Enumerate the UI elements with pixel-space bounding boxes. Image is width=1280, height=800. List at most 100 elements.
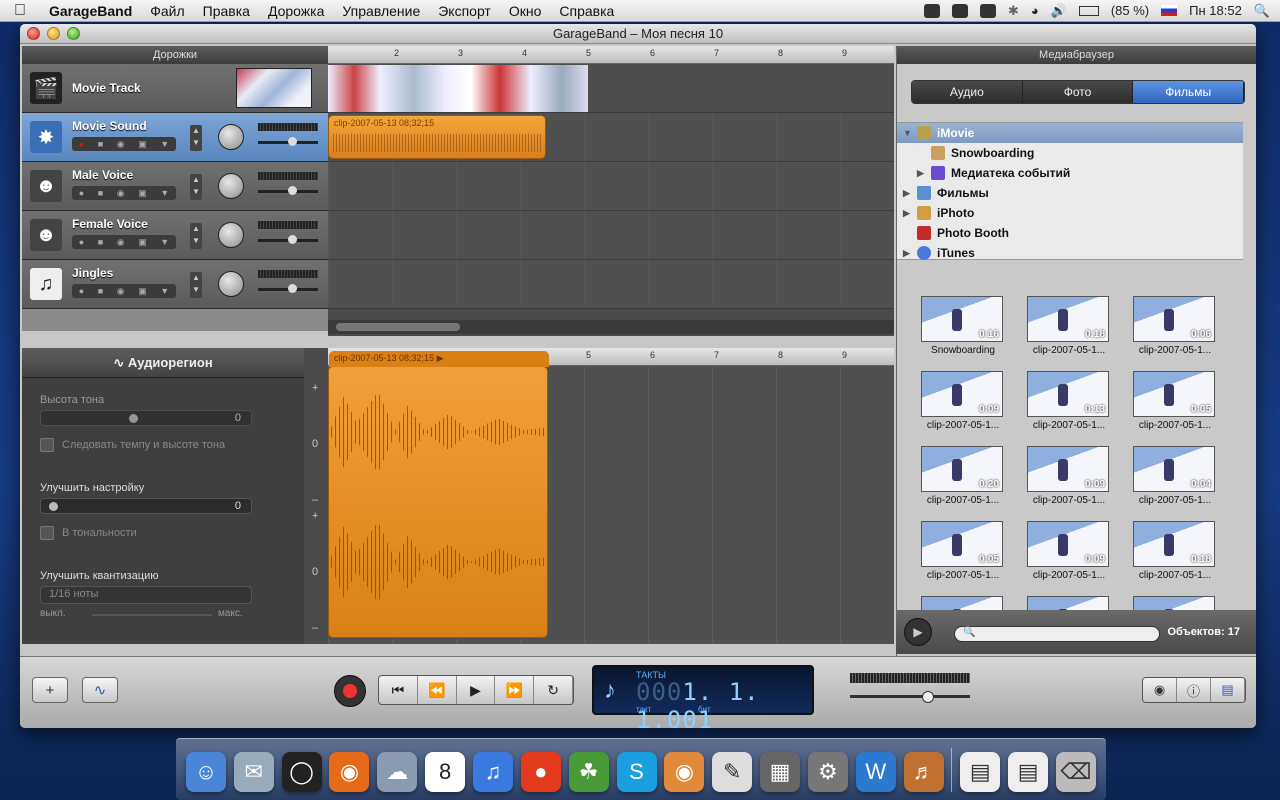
tree-item-photobooth[interactable]: Photo Booth (897, 223, 1243, 243)
tab-audio[interactable]: Аудио (912, 81, 1023, 103)
tree-item-iphoto[interactable]: ▶ iPhoto (897, 203, 1243, 223)
menu-edit[interactable]: Правка (194, 3, 259, 19)
input-language-icon[interactable] (1161, 5, 1178, 16)
tab-photo[interactable]: Фото (1022, 81, 1134, 103)
solo-icon[interactable]: ◉ (117, 188, 125, 199)
track-arrows[interactable]: ▲ ▼ (190, 125, 202, 151)
cycle-button[interactable]: ↻ (534, 676, 573, 704)
track-jingles[interactable]: ♫ Jingles ● ■ ◉ ▣ ▼ ▲ ▼ (22, 260, 328, 309)
disclosure-icon[interactable]: ▶ (903, 208, 915, 219)
solo-icon[interactable]: ◉ (117, 139, 125, 150)
tree-item-imovie[interactable]: ▼ iMovie (897, 123, 1243, 143)
firefox-icon[interactable]: ◉ (329, 752, 370, 792)
thumb-item[interactable]: 0:09 clip-2007-05-1... (1027, 521, 1111, 581)
track-male-voice[interactable]: ☻ Male Voice ● ■ ◉ ▣ ▼ ▲ ▼ (22, 162, 328, 211)
spotlight-icon[interactable]: 🔍 (1254, 3, 1270, 19)
tree-item-itunes[interactable]: ▶ iTunes (897, 243, 1243, 263)
zoom-button[interactable] (67, 27, 80, 40)
volume-slider[interactable] (258, 137, 318, 146)
quantize-slider[interactable] (92, 614, 212, 616)
media-browser-button[interactable]: ▤ (1211, 678, 1245, 702)
record-button[interactable] (334, 675, 366, 707)
menu-app[interactable]: GarageBand (40, 3, 141, 19)
timeline-ruler[interactable]: 2 3 4 5 6 7 8 9 (328, 46, 894, 64)
preview-play-button[interactable]: ▶ (904, 618, 932, 646)
in-key-checkbox[interactable] (40, 526, 54, 540)
track-movie-sound[interactable]: ✸ Movie Sound ● ■ ◉ ▣ ▼ ▲ ▼ (22, 113, 328, 162)
disclosure-icon[interactable]: ▶ (903, 188, 915, 199)
close-button[interactable] (27, 27, 40, 40)
lock-icon[interactable]: ▣ (138, 139, 147, 150)
wifi-icon[interactable]: ◕ (1031, 3, 1039, 18)
mail-icon[interactable]: ✉ (233, 752, 274, 792)
slider-knob[interactable] (129, 414, 138, 423)
zoom-slider-bar[interactable] (22, 309, 328, 331)
apple-menu-icon[interactable]:  (0, 2, 40, 20)
thumb-item[interactable]: 0:05 clip-2007-05-1... (921, 521, 1005, 581)
disclosure-icon[interactable]: ▶ (903, 248, 915, 259)
fast-forward-button[interactable]: ⏩ (495, 676, 535, 704)
play-button[interactable]: ▶ (456, 676, 496, 704)
garageband-dock-icon[interactable]: ♬ (903, 752, 944, 792)
itunes-dock-icon[interactable]: ♫ (472, 752, 513, 792)
add-track-button[interactable]: + (32, 677, 68, 703)
quantize-select[interactable]: 1/16 ноты (40, 586, 252, 604)
thumb-item[interactable]: 0:16 Snowboarding (921, 296, 1005, 356)
timeline-scrollbar[interactable] (328, 320, 894, 334)
pan-knob[interactable] (218, 124, 244, 150)
status-icon-2[interactable] (951, 3, 968, 18)
ical-icon[interactable]: 8 (425, 752, 466, 792)
minimized-window-icon[interactable]: ▤ (1008, 752, 1049, 792)
tree-item-snowboarding[interactable]: Snowboarding (897, 143, 1243, 163)
expand-icon[interactable]: ▼ (160, 139, 169, 149)
thumb-item[interactable]: 0:09 clip-2007-05-1... (1027, 446, 1111, 506)
expand-icon[interactable]: ▼ (160, 237, 169, 247)
skype-icon[interactable]: S (616, 752, 657, 792)
editor-audio-region[interactable]: clip-2007-05-13 08;32;15 ▶ (328, 351, 549, 638)
expose-icon[interactable]: ▦ (760, 752, 801, 792)
record-enable-icon[interactable]: ● (79, 188, 84, 198)
trash-icon[interactable]: ⌫ (1055, 752, 1096, 792)
mute-icon[interactable]: ■ (98, 139, 103, 149)
slider-knob[interactable] (49, 502, 58, 511)
thumb-item[interactable]: 0:13 clip-2007-05-1... (1027, 371, 1111, 431)
expand-icon[interactable]: ▼ (160, 286, 169, 296)
master-volume-slider[interactable] (850, 691, 970, 703)
status-icon-3[interactable] (979, 3, 996, 18)
track-arrows[interactable]: ▲ ▼ (190, 174, 202, 200)
audio-region[interactable]: clip-2007-05-13 08;32;15 (328, 115, 546, 159)
movie-filmstrip[interactable] (328, 65, 588, 112)
tree-item-events[interactable]: ▶ Медиатека событий (897, 163, 1243, 183)
pan-knob[interactable] (218, 271, 244, 297)
rewind-button[interactable]: ⏪ (417, 676, 457, 704)
thumb-item[interactable]: 0:18 clip-2007-05-1... (1133, 521, 1217, 581)
tab-movies[interactable]: Фильмы (1133, 81, 1244, 103)
record-enable-icon[interactable]: ● (79, 286, 84, 296)
volume-icon[interactable]: 🔊 (1051, 3, 1067, 19)
tuning-slider[interactable]: 0 (40, 498, 252, 514)
lcd-display[interactable]: ♪ ТАКТЫ 0001. 1. 1.001 такт бит (592, 665, 814, 728)
thumb-item[interactable]: 0:09 clip-2007-05-1... (921, 371, 1005, 431)
pan-knob[interactable] (218, 173, 244, 199)
go-to-start-button[interactable]: ⏮ (379, 676, 418, 704)
scroll-thumb[interactable] (336, 323, 460, 331)
track-arrows[interactable]: ▲ ▼ (190, 272, 202, 298)
status-icon-1[interactable] (923, 3, 940, 18)
track-movie[interactable]: 🎬 Movie Track (22, 64, 328, 113)
pitch-slider[interactable]: 0 (40, 410, 252, 426)
thumb-item[interactable]: 0:06 clip-2007-05-1... (1133, 296, 1217, 356)
lock-icon[interactable]: ▣ (138, 188, 147, 199)
volume-slider[interactable] (258, 235, 318, 244)
follow-tempo-checkbox[interactable] (40, 438, 54, 452)
track-arrows[interactable]: ▲ ▼ (190, 223, 202, 249)
thumb-item[interactable]: 0:04 clip-2007-05-1... (1133, 446, 1217, 506)
adium-icon[interactable]: ☘ (568, 752, 609, 792)
solo-icon[interactable]: ◉ (117, 286, 125, 297)
textedit-icon[interactable]: ✎ (712, 752, 753, 792)
bluetooth-icon[interactable]: ✱ (1008, 3, 1019, 19)
thumb-item[interactable]: 0:18 clip-2007-05-1... (1027, 296, 1111, 356)
clock[interactable]: Пн 18:52 (1189, 3, 1242, 18)
menu-export[interactable]: Экспорт (429, 3, 500, 19)
app-red-icon[interactable]: ● (520, 752, 561, 792)
minimized-window-icon[interactable]: ▤ (960, 752, 1001, 792)
